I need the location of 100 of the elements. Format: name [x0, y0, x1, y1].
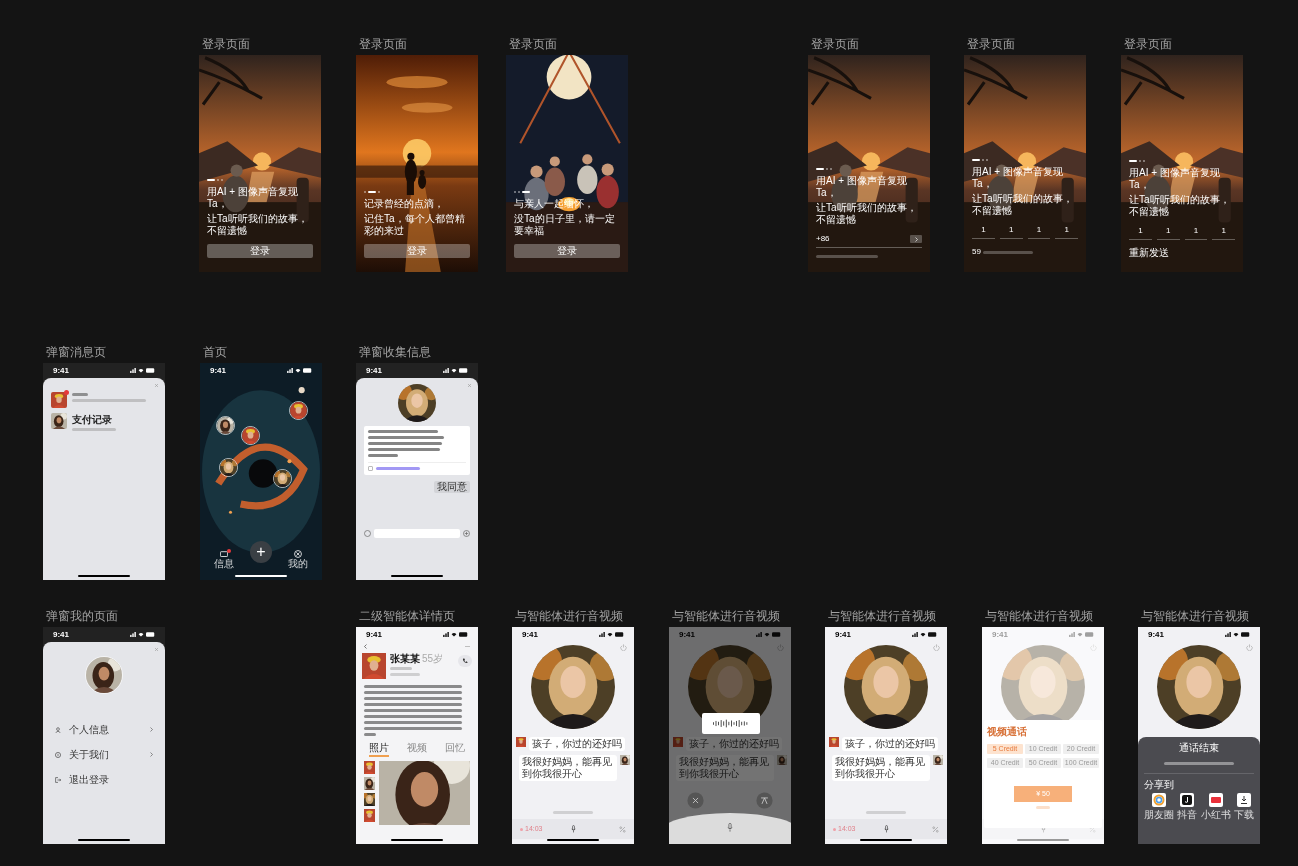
- agent-age: 55岁: [422, 653, 444, 664]
- frame-title: 登录页面: [202, 37, 250, 51]
- blurred-text: [816, 255, 878, 258]
- wifi-icon: [451, 632, 457, 637]
- battery-icon: [1085, 632, 1094, 637]
- signal-icon: [443, 368, 449, 373]
- code-digit[interactable]: 1: [1156, 225, 1180, 240]
- status-time: 9:41: [366, 364, 382, 377]
- power-icon[interactable]: [1246, 644, 1253, 651]
- frame-title: 与智能体进行音视频: [515, 609, 623, 623]
- battery-icon: [615, 632, 624, 637]
- message-item[interactable]: 支付记录: [51, 413, 157, 431]
- code-digit[interactable]: 1: [1212, 225, 1235, 240]
- share-label: 分享到: [1144, 779, 1175, 790]
- code-digit[interactable]: 1: [972, 224, 995, 239]
- tab[interactable]: 视频: [407, 742, 427, 757]
- tab[interactable]: 照片: [369, 742, 389, 757]
- blurred-text: [368, 454, 398, 457]
- login-button[interactable]: 登录: [207, 244, 313, 258]
- voice-icon[interactable]: [364, 529, 371, 537]
- blurred-text: [376, 467, 420, 470]
- code-digit[interactable]: 1: [1129, 225, 1152, 240]
- microphone-icon[interactable]: [570, 825, 576, 833]
- notes-app-icon: [1208, 793, 1223, 807]
- caption: 没Ta的日子里，请一定要幸福: [514, 213, 616, 237]
- caption: 用AI + 图像声音复现Ta，: [816, 175, 908, 199]
- menu-item[interactable]: 退出登录: [51, 774, 157, 785]
- close-icon[interactable]: [154, 647, 159, 652]
- call-button[interactable]: [458, 655, 472, 667]
- phone-icon: [462, 658, 468, 664]
- blurred-text: [364, 733, 376, 736]
- caption: 用AI + 图像声音复现Ta，: [207, 186, 299, 210]
- home-indicator: [391, 575, 443, 577]
- blurred-text: [866, 811, 906, 814]
- battery-icon: [1241, 632, 1250, 637]
- chevron-right-icon: [914, 236, 918, 242]
- share-option[interactable]: 抖音: [1177, 793, 1198, 820]
- signal-icon: [1225, 632, 1231, 637]
- power-icon[interactable]: [933, 644, 940, 651]
- status-time: 9:41: [1148, 628, 1164, 641]
- battery-icon: [146, 632, 155, 637]
- wifi-icon: [1077, 632, 1083, 637]
- translate-icon[interactable]: [756, 792, 773, 809]
- login-button[interactable]: 登录: [514, 244, 620, 258]
- status-time: 9:41: [679, 628, 695, 641]
- blurred-text: [72, 428, 116, 431]
- caption: 记住Ta，每个人都曾精彩的来过: [364, 213, 466, 237]
- percent-icon[interactable]: [1089, 825, 1096, 833]
- tab[interactable]: 回忆: [445, 742, 465, 757]
- status-time: 9:41: [53, 628, 69, 641]
- caption: 让Ta听听我们的故事，不留遗憾: [816, 202, 918, 226]
- battery-icon: [928, 632, 937, 637]
- countdown: 59: [972, 246, 981, 258]
- blurred-text: [368, 448, 440, 451]
- code-digit[interactable]: 1: [1055, 224, 1078, 239]
- code-digit[interactable]: 1: [999, 224, 1023, 239]
- home-indicator: [860, 839, 912, 841]
- close-icon[interactable]: [687, 792, 704, 809]
- frame-title: 与智能体进行音视频: [828, 609, 936, 623]
- microphone-icon: [727, 823, 733, 832]
- power-icon[interactable]: [620, 644, 627, 651]
- microphone-icon[interactable]: [883, 825, 889, 833]
- signal-icon: [443, 632, 449, 637]
- home-indicator: [547, 839, 599, 841]
- agent-name: 张某某: [390, 653, 420, 664]
- chat-bubble: 我很好妈妈，能再见到你我很开心: [676, 755, 774, 781]
- menu-item[interactable]: 个人信息: [51, 724, 157, 735]
- blurred-text: [72, 393, 88, 396]
- status-time: 9:41: [835, 628, 851, 641]
- resend-link[interactable]: 重新发送: [1129, 247, 1169, 258]
- wifi-icon: [451, 368, 457, 373]
- waveform-icon: [713, 719, 749, 728]
- battery-icon: [146, 368, 155, 373]
- share-option[interactable]: 下载: [1234, 793, 1254, 820]
- code-digit[interactable]: 1: [1184, 225, 1208, 240]
- wifi-icon: [920, 632, 926, 637]
- close-icon[interactable]: [467, 383, 472, 388]
- input-field[interactable]: [374, 528, 460, 538]
- wifi-icon: [1233, 632, 1239, 637]
- percent-icon[interactable]: [932, 825, 939, 833]
- signal-icon: [130, 368, 136, 373]
- caption: 让Ta听听我们的故事，不留遗憾: [207, 213, 309, 237]
- percent-icon[interactable]: [619, 825, 626, 833]
- next-button[interactable]: [910, 235, 922, 243]
- share-option[interactable]: 朋友圈: [1144, 793, 1174, 820]
- blurred-text: [390, 673, 420, 676]
- moments-icon: [1152, 793, 1166, 807]
- agree-button[interactable]: 我同意: [434, 481, 470, 493]
- signal-icon: [1069, 632, 1075, 637]
- plus-icon[interactable]: [463, 529, 470, 537]
- wifi-icon: [138, 632, 144, 637]
- share-option[interactable]: 小红书: [1200, 793, 1231, 820]
- person-icon: [55, 726, 61, 733]
- frame-title: 登录页面: [1124, 37, 1172, 51]
- menu-item[interactable]: 关于我们: [51, 749, 157, 760]
- close-icon[interactable]: [154, 383, 159, 388]
- code-digit[interactable]: 1: [1027, 224, 1051, 239]
- checkbox[interactable]: [368, 466, 373, 471]
- back-icon[interactable]: [364, 644, 367, 649]
- wifi-icon: [607, 632, 613, 637]
